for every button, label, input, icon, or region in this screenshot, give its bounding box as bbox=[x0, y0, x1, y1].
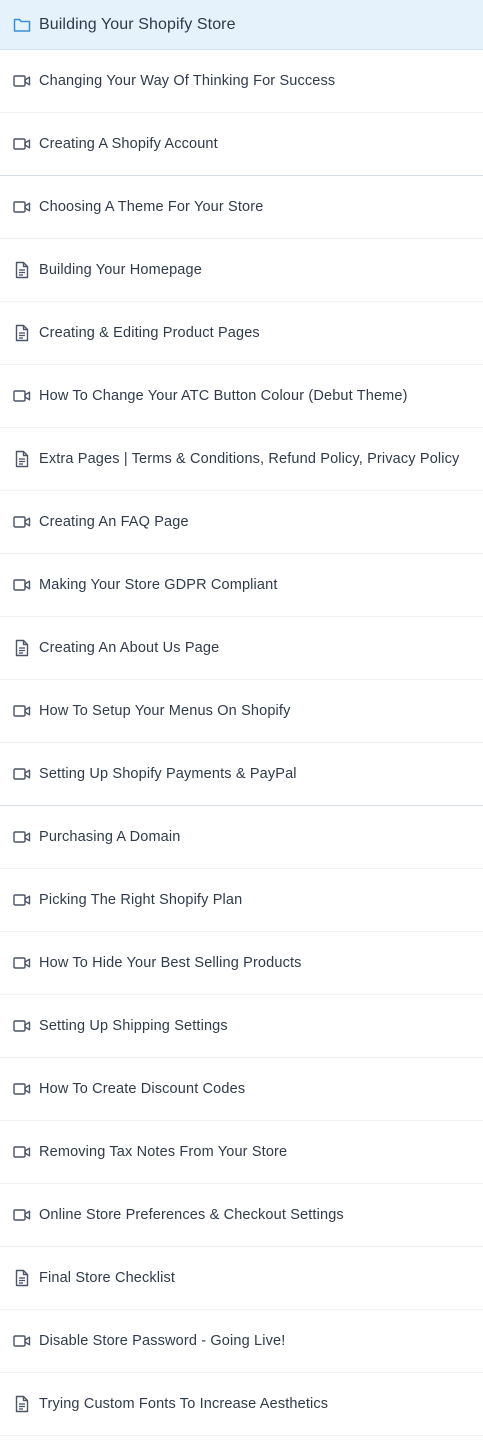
lesson-label: Disable Store Password - Going Live! bbox=[39, 1333, 286, 1349]
document-icon bbox=[13, 1269, 31, 1287]
video-icon bbox=[13, 576, 31, 594]
lesson-item[interactable]: Purchasing A Domain bbox=[0, 806, 483, 869]
lesson-item[interactable]: Disable Store Password - Going Live! bbox=[0, 1310, 483, 1373]
lesson-label: Building Your Homepage bbox=[39, 262, 202, 278]
lesson-label: Creating & Editing Product Pages bbox=[39, 325, 260, 341]
lesson-label: Setting Up Shopify Payments & PayPal bbox=[39, 766, 297, 782]
document-icon bbox=[13, 261, 31, 279]
lesson-item[interactable]: Removing Tax Notes From Your Store bbox=[0, 1121, 483, 1184]
lesson-label: Creating A Shopify Account bbox=[39, 136, 218, 152]
video-icon bbox=[13, 198, 31, 216]
lesson-item[interactable]: How To Change Your ATC Button Colour (De… bbox=[0, 365, 483, 428]
lesson-item[interactable]: How To Hide Your Best Selling Products bbox=[0, 932, 483, 995]
lesson-label: Purchasing A Domain bbox=[39, 829, 181, 845]
lesson-item[interactable]: Creating An About Us Page bbox=[0, 617, 483, 680]
lesson-item[interactable]: Creating A Shopify Account bbox=[0, 113, 483, 176]
video-icon bbox=[13, 1206, 31, 1224]
lesson-label: Setting Up Shipping Settings bbox=[39, 1018, 228, 1034]
document-icon bbox=[13, 324, 31, 342]
video-icon bbox=[13, 702, 31, 720]
lesson-label: Final Store Checklist bbox=[39, 1270, 176, 1286]
lesson-item[interactable]: Changing Your Way Of Thinking For Succes… bbox=[0, 50, 483, 113]
lesson-item[interactable]: Online Store Preferences & Checkout Sett… bbox=[0, 1184, 483, 1247]
lesson-label: How To Setup Your Menus On Shopify bbox=[39, 703, 291, 719]
video-icon bbox=[13, 765, 31, 783]
lesson-label: How To Hide Your Best Selling Products bbox=[39, 955, 302, 971]
lesson-item[interactable]: Picking The Right Shopify Plan bbox=[0, 869, 483, 932]
lesson-item[interactable]: Setting Up Shopify Payments & PayPal bbox=[0, 743, 483, 806]
video-icon bbox=[13, 387, 31, 405]
lesson-label: Changing Your Way Of Thinking For Succes… bbox=[39, 73, 336, 89]
video-icon bbox=[13, 1143, 31, 1161]
lesson-item[interactable]: Building Your Homepage bbox=[0, 239, 483, 302]
lesson-item[interactable]: Creating & Editing Product Pages bbox=[0, 302, 483, 365]
video-icon bbox=[13, 954, 31, 972]
video-icon bbox=[13, 72, 31, 90]
video-icon bbox=[13, 1080, 31, 1098]
lesson-label: Creating An FAQ Page bbox=[39, 514, 189, 530]
lesson-label: How To Create Discount Codes bbox=[39, 1081, 246, 1097]
lesson-item[interactable]: How To Setup Your Menus On Shopify bbox=[0, 680, 483, 743]
lesson-label: Online Store Preferences & Checkout Sett… bbox=[39, 1207, 344, 1223]
video-icon bbox=[13, 513, 31, 531]
lesson-item[interactable]: How To Create Discount Codes bbox=[0, 1058, 483, 1121]
document-icon bbox=[13, 1395, 31, 1413]
video-icon bbox=[13, 1017, 31, 1035]
lesson-label: How To Change Your ATC Button Colour (De… bbox=[39, 388, 408, 404]
lesson-label: Picking The Right Shopify Plan bbox=[39, 892, 243, 908]
section-header[interactable]: Building Your Shopify Store bbox=[0, 0, 483, 50]
lesson-label: Extra Pages | Terms & Conditions, Refund… bbox=[39, 451, 460, 467]
document-icon bbox=[13, 639, 31, 657]
lesson-item[interactable]: Extra Pages | Terms & Conditions, Refund… bbox=[0, 428, 483, 491]
lesson-item[interactable]: Choosing A Theme For Your Store bbox=[0, 176, 483, 239]
folder-icon bbox=[13, 16, 31, 34]
section-title: Building Your Shopify Store bbox=[39, 15, 236, 33]
video-icon bbox=[13, 1332, 31, 1350]
lesson-label: Creating An About Us Page bbox=[39, 640, 220, 656]
video-icon bbox=[13, 828, 31, 846]
video-icon bbox=[13, 135, 31, 153]
lesson-item[interactable]: Final Store Checklist bbox=[0, 1247, 483, 1310]
lesson-item[interactable]: Trying Custom Fonts To Increase Aestheti… bbox=[0, 1373, 483, 1436]
document-icon bbox=[13, 450, 31, 468]
lesson-label: Making Your Store GDPR Compliant bbox=[39, 577, 278, 593]
lesson-label: Choosing A Theme For Your Store bbox=[39, 199, 264, 215]
lesson-list: Changing Your Way Of Thinking For Succes… bbox=[0, 50, 483, 1436]
lesson-label: Removing Tax Notes From Your Store bbox=[39, 1144, 288, 1160]
video-icon bbox=[13, 891, 31, 909]
lesson-item[interactable]: Creating An FAQ Page bbox=[0, 491, 483, 554]
lesson-label: Trying Custom Fonts To Increase Aestheti… bbox=[39, 1396, 329, 1412]
lesson-item[interactable]: Making Your Store GDPR Compliant bbox=[0, 554, 483, 617]
lesson-item[interactable]: Setting Up Shipping Settings bbox=[0, 995, 483, 1058]
